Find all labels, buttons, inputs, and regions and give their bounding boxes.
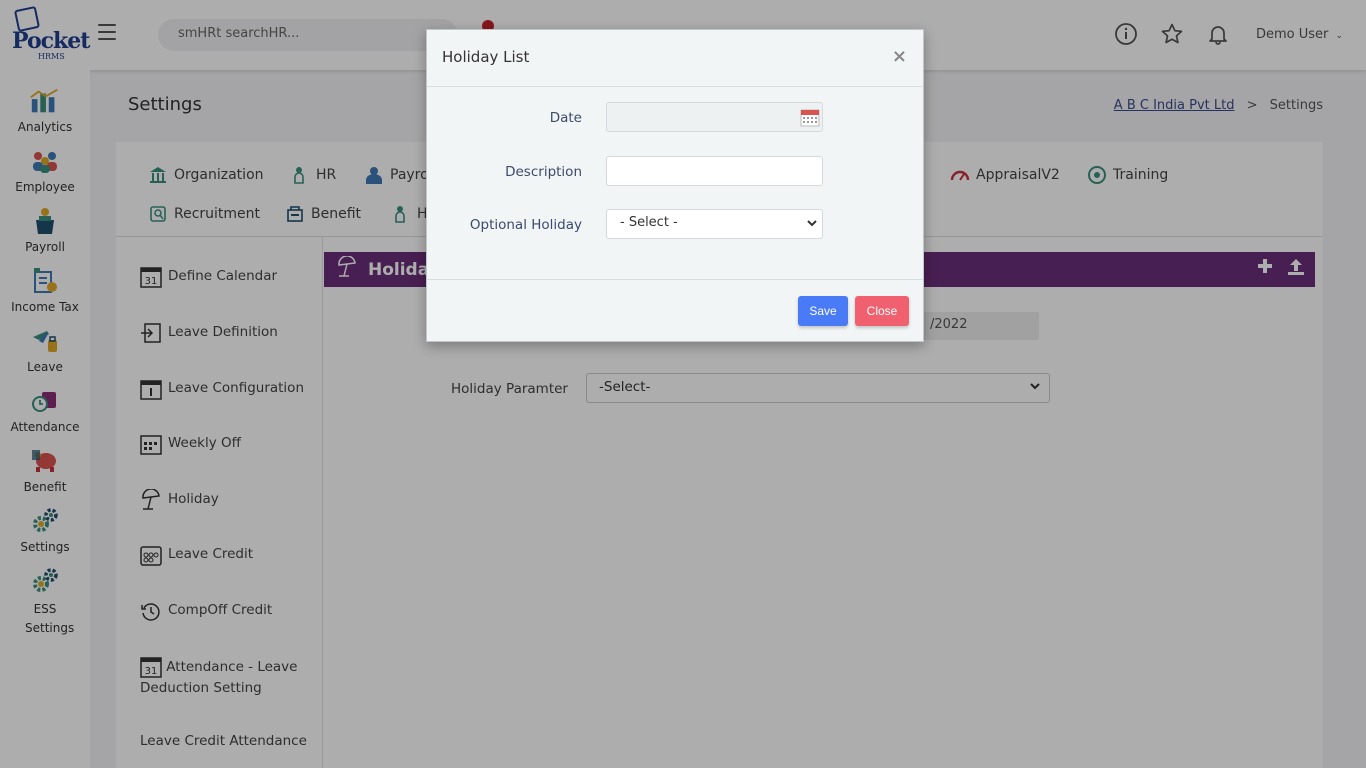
date-label: Date: [549, 110, 582, 126]
modal-header: Holiday List ×: [427, 30, 923, 87]
calendar-icon[interactable]: [800, 107, 820, 131]
optional-holiday-label: Optional Holiday: [469, 217, 582, 233]
modal-footer-divider: [427, 279, 923, 280]
date-input[interactable]: [606, 102, 823, 132]
close-button[interactable]: Close: [855, 296, 909, 326]
description-input[interactable]: [606, 156, 823, 186]
chevron-down-icon: [806, 217, 818, 233]
save-button[interactable]: Save: [798, 296, 848, 326]
modal-title: Holiday List: [442, 48, 530, 66]
optional-holiday-select[interactable]: - Select -: [606, 209, 823, 239]
description-label: Description: [505, 164, 582, 180]
select-value: - Select -: [620, 215, 678, 230]
close-icon[interactable]: ×: [892, 48, 907, 66]
holiday-list-modal: Holiday List × Date Description Optional…: [426, 29, 924, 342]
